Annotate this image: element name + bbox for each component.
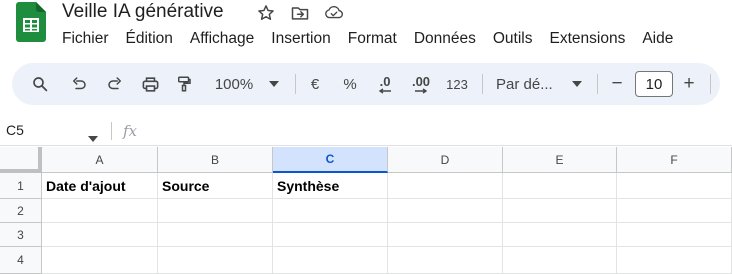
cell-f1[interactable] <box>617 173 732 199</box>
cell-e1[interactable] <box>503 173 617 199</box>
menu-extensions[interactable]: Extensions <box>550 29 643 49</box>
cell-d1[interactable] <box>388 173 503 199</box>
cell-d4[interactable] <box>388 247 503 274</box>
cell-f3[interactable] <box>617 223 732 247</box>
toolbar-divider <box>295 74 296 94</box>
cell-c2[interactable] <box>273 199 388 223</box>
percent-format-button[interactable]: % <box>338 63 362 105</box>
cell-c3[interactable] <box>273 223 388 247</box>
column-header-a[interactable]: A <box>42 147 158 173</box>
cell-e3[interactable] <box>503 223 617 247</box>
column-header-c[interactable]: C <box>273 147 388 173</box>
cell-a4[interactable] <box>42 247 158 274</box>
decrease-font-size-button[interactable]: − <box>606 63 628 105</box>
toolbar-divider <box>597 74 598 94</box>
row-header-1[interactable]: 1 <box>0 173 42 199</box>
row-header-2[interactable]: 2 <box>0 199 42 223</box>
menu-format[interactable]: Format <box>348 29 414 49</box>
spreadsheet-grid: A B C D E F 1 2 3 4 Date d'ajout Source … <box>0 147 732 274</box>
chevron-down-icon[interactable] <box>88 129 98 147</box>
menu-edit[interactable]: Édition <box>126 29 190 49</box>
document-title[interactable]: Veille IA générative <box>62 0 224 24</box>
increase-decimals-label: .00 <box>411 73 431 89</box>
column-header-f[interactable]: F <box>617 147 732 173</box>
move-folder-icon[interactable] <box>290 3 310 23</box>
column-header-b[interactable]: B <box>158 147 273 173</box>
select-all-corner[interactable] <box>0 147 42 173</box>
cell-e4[interactable] <box>503 247 617 274</box>
menu-insert[interactable]: Insertion <box>271 29 347 49</box>
row-header-3[interactable]: 3 <box>0 223 42 247</box>
cell-d2[interactable] <box>388 199 503 223</box>
chevron-down-icon[interactable] <box>570 63 584 105</box>
cell-e2[interactable] <box>503 199 617 223</box>
sheets-logo[interactable] <box>16 2 46 42</box>
print-icon[interactable] <box>138 63 162 105</box>
cell-b4[interactable] <box>158 247 273 274</box>
increase-decimals-button[interactable]: .00 <box>407 63 435 105</box>
formula-bar-divider <box>111 122 112 140</box>
decrease-decimals-button[interactable]: .0 <box>372 63 398 105</box>
paint-format-icon[interactable] <box>172 63 196 105</box>
menu-file[interactable]: Fichier <box>62 29 126 49</box>
chevron-down-icon[interactable] <box>267 63 281 105</box>
font-family-select[interactable]: Par dé... <box>496 63 572 105</box>
toolbar: 100% € % .0 .00 123 Par dé... − 10 + <box>12 63 720 105</box>
arrow-left-icon <box>378 87 391 94</box>
currency-format-button[interactable]: € <box>303 63 327 105</box>
toolbar-divider <box>482 74 483 94</box>
menu-view[interactable]: Affichage <box>190 29 271 49</box>
decrease-decimals-label: .0 <box>379 73 391 89</box>
toolbar-divider <box>710 74 711 94</box>
star-icon[interactable] <box>256 3 276 23</box>
redo-icon[interactable] <box>103 63 127 105</box>
fx-icon: fx <box>123 122 138 140</box>
number-format-button[interactable]: 123 <box>443 63 471 105</box>
cell-b2[interactable] <box>158 199 273 223</box>
row-header-4[interactable]: 4 <box>0 247 42 274</box>
search-menus-icon[interactable] <box>28 63 52 105</box>
cell-f2[interactable] <box>617 199 732 223</box>
increase-font-size-button[interactable]: + <box>678 63 700 105</box>
undo-icon[interactable] <box>67 63 91 105</box>
arrow-right-icon <box>415 87 428 94</box>
name-box[interactable]: C5 <box>6 122 24 138</box>
column-header-d[interactable]: D <box>388 147 503 173</box>
cell-a2[interactable] <box>42 199 158 223</box>
cell-f4[interactable] <box>617 247 732 274</box>
cell-c4[interactable] <box>273 247 388 274</box>
zoom-select[interactable]: 100% <box>210 63 258 105</box>
menu-bar: Fichier Édition Affichage Insertion Form… <box>62 29 690 49</box>
menu-help[interactable]: Aide <box>642 29 690 49</box>
font-size-input[interactable]: 10 <box>635 71 673 97</box>
menu-data[interactable]: Données <box>414 29 493 49</box>
cell-b1[interactable]: Source <box>158 173 273 199</box>
cloud-status-icon[interactable] <box>324 3 344 23</box>
cell-a3[interactable] <box>42 223 158 247</box>
cell-a1[interactable]: Date d'ajout <box>42 173 158 199</box>
cell-c1[interactable]: Synthèse <box>273 173 388 199</box>
cell-b3[interactable] <box>158 223 273 247</box>
menu-tools[interactable]: Outils <box>493 29 550 49</box>
column-header-e[interactable]: E <box>503 147 617 173</box>
formula-bar: C5 fx <box>0 116 732 146</box>
cell-d3[interactable] <box>388 223 503 247</box>
